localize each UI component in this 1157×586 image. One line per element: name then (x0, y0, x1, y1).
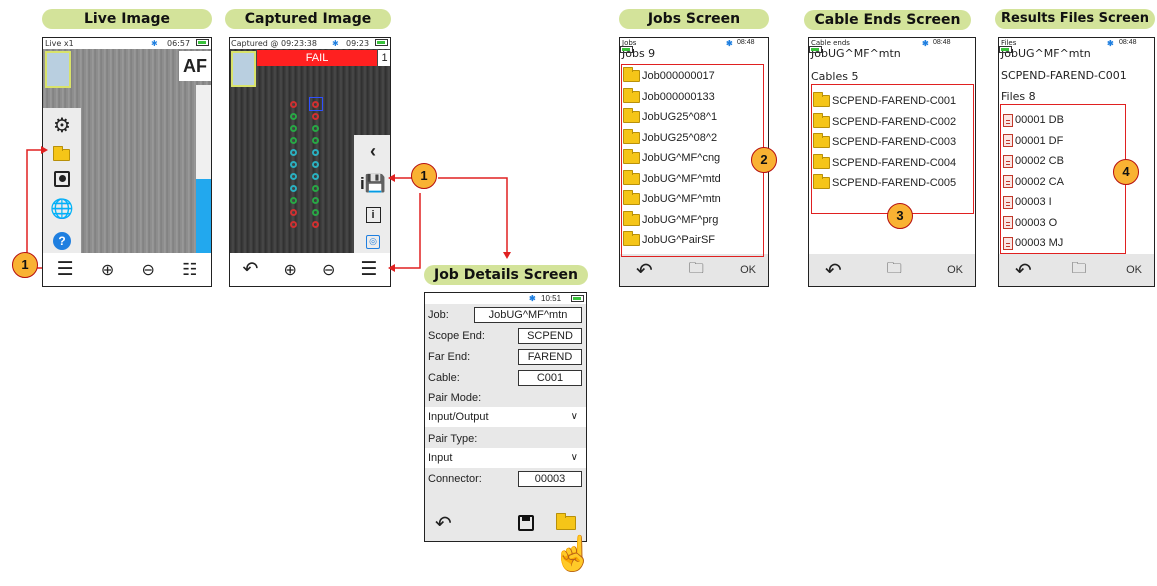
arrow-head (388, 264, 395, 272)
callout-badge-1-captured: 1 (411, 163, 437, 189)
arrow-menu (392, 193, 421, 269)
arrow-details (438, 177, 508, 254)
arrow-head (41, 146, 48, 154)
arrow-head (503, 252, 511, 259)
callout-arrows (26, 146, 511, 272)
arrow-head (388, 174, 395, 182)
callout-badge-1-live: 1 (12, 252, 38, 278)
arrow-live-folder (26, 149, 44, 269)
